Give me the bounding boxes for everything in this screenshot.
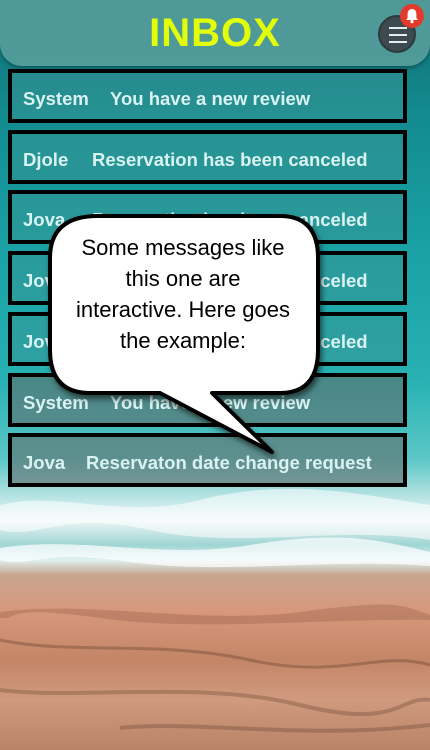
- tooltip-line: Some messages like: [81, 235, 285, 260]
- message-text: Reservation has been canceled: [92, 209, 368, 230]
- message-sender: Djole: [23, 149, 69, 170]
- message-text: You have a new review: [110, 392, 311, 413]
- message-text: Reservation has been canceled: [92, 149, 368, 170]
- message-item[interactable]: System You have a new review: [8, 373, 407, 427]
- app-header: INBOX: [0, 0, 430, 66]
- tooltip-line: interactive. Here goes: [76, 297, 290, 322]
- message-item[interactable]: Djole Reservation has been canceled: [8, 130, 407, 184]
- tooltip-text: Some messages like this one are interact…: [52, 232, 314, 356]
- message-sender: Jova: [23, 452, 66, 473]
- tooltip-line: this one are: [125, 266, 241, 291]
- tooltip-line: the example:: [120, 328, 246, 353]
- message-text: Reservaton date change request: [86, 452, 372, 473]
- bell-icon: [406, 9, 418, 24]
- message-sender: System: [23, 392, 89, 413]
- message-item[interactable]: System You have a new review: [8, 69, 407, 123]
- message-item-interactive[interactable]: Jova Reservaton date change request: [8, 433, 407, 487]
- notification-badge[interactable]: [400, 4, 424, 28]
- message-sender: System: [23, 88, 89, 109]
- message-sender: Jova: [23, 209, 66, 230]
- message-text: You have a new review: [110, 88, 311, 109]
- page-title: INBOX: [149, 11, 281, 55]
